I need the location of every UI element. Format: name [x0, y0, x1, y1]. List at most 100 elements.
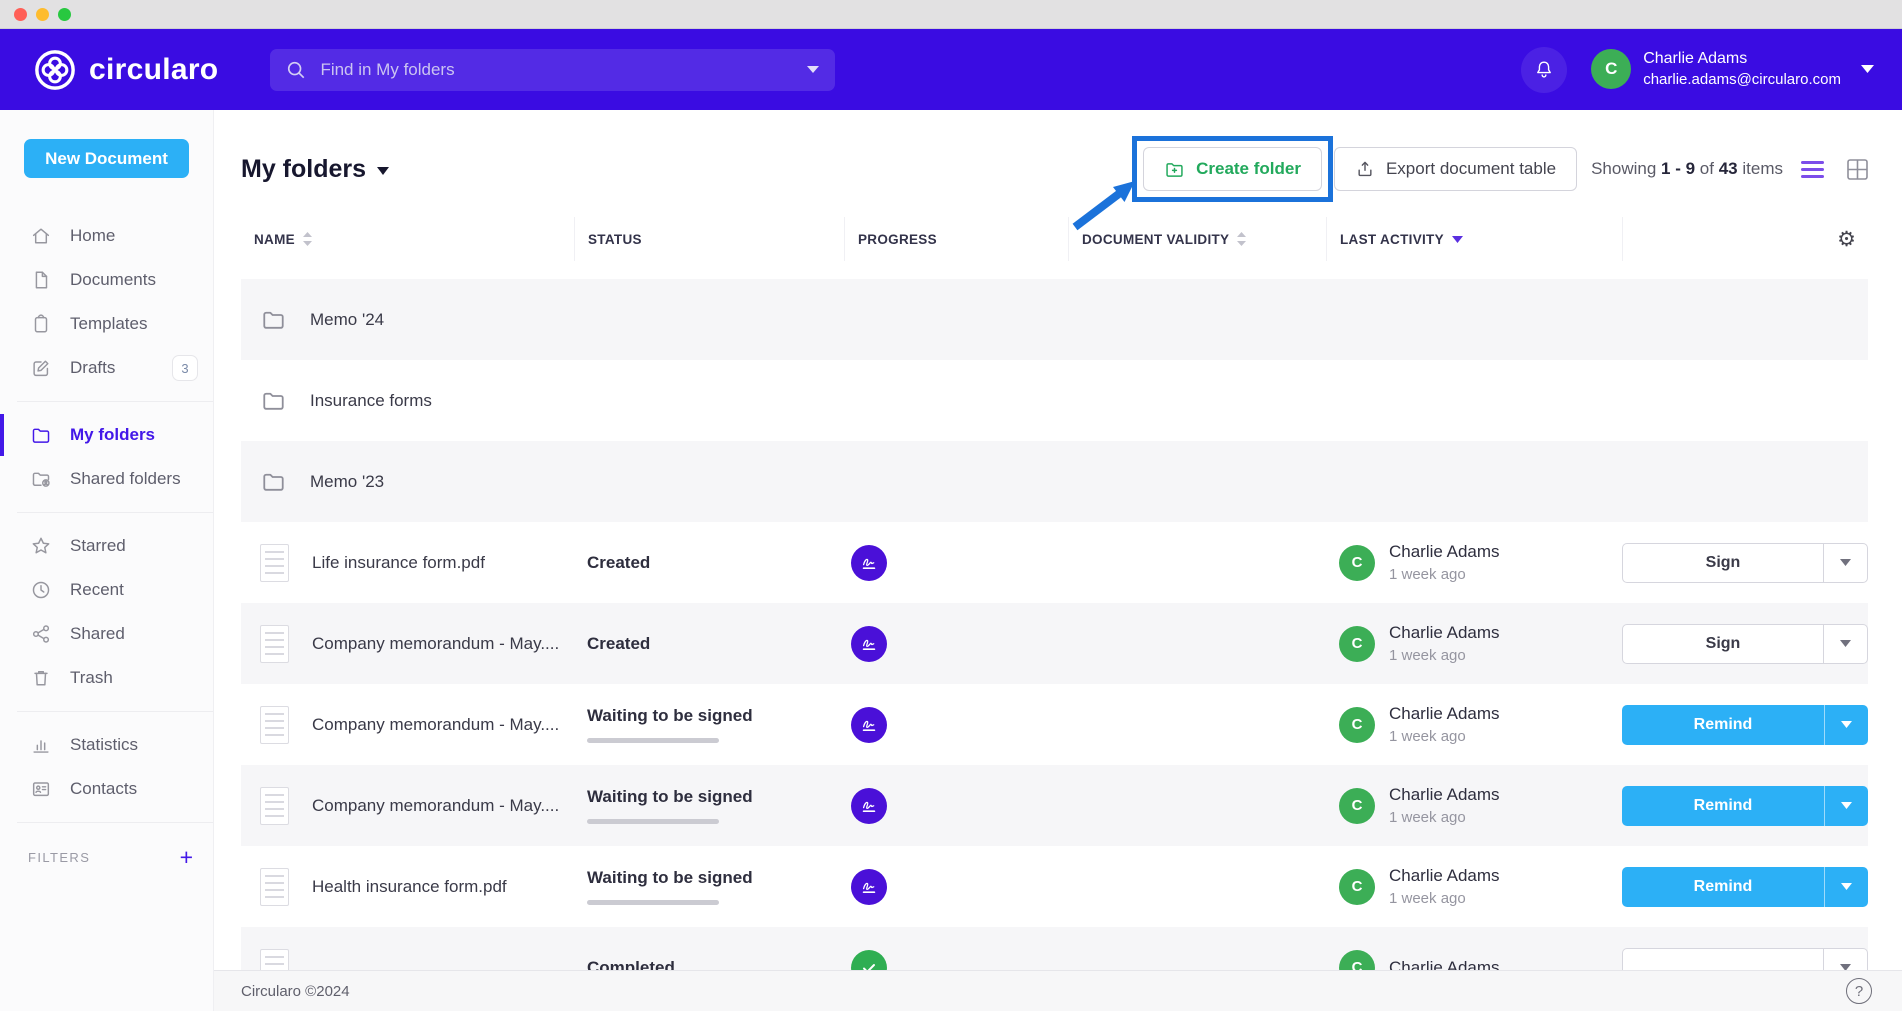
sidebar-item-shared-folders[interactable]: Shared folders	[0, 457, 213, 501]
action-dropdown-caret-icon[interactable]	[1823, 544, 1867, 582]
document-icon	[30, 269, 52, 291]
action-dropdown-caret-icon[interactable]	[1824, 786, 1868, 826]
sign-button[interactable]: Sign	[1623, 625, 1823, 663]
sidebar-item-label: Documents	[70, 270, 156, 290]
page-title[interactable]: My folders	[241, 155, 389, 184]
export-document-table-button[interactable]: Export document table	[1334, 147, 1577, 191]
search-input[interactable]	[320, 60, 793, 80]
document-row[interactable]: Health insurance form.pdfWaiting to be s…	[241, 846, 1868, 927]
remind-split-button: Remind	[1622, 705, 1868, 745]
add-filter-button plus-icon[interactable]: +	[180, 846, 193, 869]
create-folder-button[interactable]: Create folder	[1143, 147, 1322, 191]
search-bar[interactable]	[270, 49, 835, 91]
sidebar-item-contacts[interactable]: Contacts	[0, 767, 213, 811]
sidebar-item-my-folders[interactable]: My folders	[0, 413, 213, 457]
actor-name: Charlie Adams	[1389, 866, 1500, 886]
name-cell: Memo '23	[241, 468, 574, 495]
name-cell: Memo '24	[241, 306, 574, 333]
progress-bar	[587, 738, 719, 743]
sidebar-item-label: Shared folders	[70, 469, 181, 489]
sidebar-item-label: Starred	[70, 536, 126, 556]
actions-cell: Remind	[1622, 705, 1868, 745]
sort-icon[interactable]	[303, 232, 312, 246]
item-name: Memo '24	[310, 310, 384, 330]
remind-button[interactable]: Remind	[1622, 705, 1824, 745]
name-cell: Company memorandum - May....	[241, 706, 574, 744]
sidebar-item-label: My folders	[70, 425, 155, 445]
remind-button[interactable]: Remind	[1622, 786, 1824, 826]
activity-time: 1 week ago	[1389, 647, 1500, 664]
remind-button[interactable]: Remind	[1622, 867, 1824, 907]
sidebar: New Document Home Documents TemplatesDraft…	[0, 110, 214, 1011]
actor-avatar: C	[1339, 626, 1375, 662]
sign-button[interactable]: Sign	[1623, 544, 1823, 582]
column-header-progress: PROGRESS	[844, 217, 1068, 261]
title-caret-icon	[377, 167, 389, 175]
sidebar-item-statistics[interactable]: Statistics	[0, 723, 213, 767]
sort-icon[interactable]	[1237, 232, 1246, 246]
user-menu[interactable]: C Charlie Adams charlie.adams@circularo.…	[1591, 49, 1874, 89]
star-icon	[30, 535, 52, 557]
folder-row[interactable]: Memo '23	[241, 441, 1868, 522]
activity-time: 1 week ago	[1389, 566, 1500, 583]
name-cell: Insurance forms	[241, 387, 574, 414]
brand-logo[interactable]: circularo	[34, 49, 218, 91]
document-row[interactable]: Company memorandum - May....Waiting to b…	[241, 765, 1868, 846]
progress-cell	[844, 869, 1068, 905]
search-scope-caret-icon[interactable]	[807, 66, 819, 73]
new-document-button[interactable]: New Document	[24, 139, 189, 178]
action-dropdown-caret-icon[interactable]	[1824, 705, 1868, 745]
settings-icon[interactable]: ⚙	[1837, 229, 1856, 250]
folder-row[interactable]: Insurance forms	[241, 360, 1868, 441]
sidebar-item-label: Shared	[70, 624, 125, 644]
sidebar-item-trash[interactable]: Trash	[0, 656, 213, 700]
document-row[interactable]: Company memorandum - May.... Created C Char…	[241, 603, 1868, 684]
sidebar-item-drafts[interactable]: Drafts3	[0, 346, 213, 390]
help-icon[interactable]: ?	[1846, 978, 1872, 1004]
column-header-document-validity[interactable]: DOCUMENT VALIDITY	[1068, 217, 1326, 261]
share-icon	[30, 623, 52, 645]
document-thumbnail	[260, 706, 289, 744]
sidebar-item-home[interactable]: Home	[0, 214, 213, 258]
user-menu-caret-icon	[1861, 65, 1874, 73]
name-cell: Company memorandum - May....	[241, 625, 574, 663]
folder-icon	[30, 424, 52, 446]
window-close-button[interactable]	[14, 8, 27, 21]
notifications-bell-icon[interactable]	[1521, 47, 1567, 93]
progress-cell	[844, 788, 1068, 824]
sort-desc-icon[interactable]	[1452, 236, 1463, 243]
list-view-icon[interactable]	[1801, 161, 1824, 178]
sign-split-button: Sign	[1622, 624, 1868, 664]
actor-avatar: C	[1339, 869, 1375, 905]
window-zoom-button[interactable]	[58, 8, 71, 21]
sidebar-item-templates[interactable]: Templates	[0, 302, 213, 346]
view-switcher	[1801, 159, 1868, 180]
folder-row[interactable]: Memo '24	[241, 279, 1868, 360]
sidebar-item-recent[interactable]: Recent	[0, 568, 213, 612]
status-text: Created	[587, 634, 844, 654]
window-minimize-button[interactable]	[36, 8, 49, 21]
document-row[interactable]: Company memorandum - May....Waiting to b…	[241, 684, 1868, 765]
copyright-text: Circularo ©2024	[241, 983, 350, 1000]
documents-table: NAMESTATUSPROGRESSDOCUMENT VALIDITYLAST …	[241, 217, 1868, 1008]
action-dropdown-caret-icon[interactable]	[1824, 867, 1868, 907]
footer: Circularo ©2024 ?	[214, 970, 1902, 1011]
action-dropdown-caret-icon[interactable]	[1823, 625, 1867, 663]
grid-view-icon[interactable]	[1847, 159, 1868, 180]
signature-badge-icon	[851, 869, 887, 905]
brand-name: circularo	[89, 53, 218, 87]
document-row[interactable]: Life insurance form.pdfCreatedCCharlie A…	[241, 522, 1868, 603]
sidebar-item-starred[interactable]: Starred	[0, 524, 213, 568]
clipboard-icon	[30, 313, 52, 335]
actor-name: Charlie Adams	[1389, 623, 1500, 643]
clock-icon	[30, 579, 52, 601]
sidebar-item-shared[interactable]: Shared	[0, 612, 213, 656]
shared-folder-icon	[30, 468, 52, 490]
column-header-last-activity[interactable]: LAST ACTIVITY	[1326, 217, 1622, 261]
sidebar-item-documents[interactable]: Documents	[0, 258, 213, 302]
progress-bar	[587, 900, 719, 905]
actor-name: Charlie Adams	[1389, 785, 1500, 805]
column-header-actions[interactable]: ⚙	[1622, 217, 1868, 261]
remind-split-button: Remind	[1622, 786, 1868, 826]
column-header-name[interactable]: NAME	[241, 217, 574, 261]
